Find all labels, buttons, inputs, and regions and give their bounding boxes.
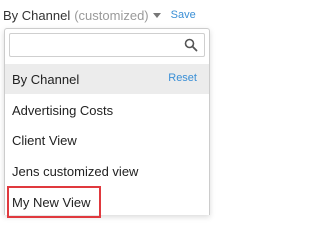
- menu-item-advertising-costs[interactable]: Advertising Costs: [5, 95, 209, 125]
- customized-status: (customized): [74, 7, 149, 23]
- view-selector[interactable]: By Channel (customized) Save: [3, 5, 196, 25]
- menu-item-label: My New View: [12, 194, 91, 210]
- chevron-down-icon[interactable]: [152, 13, 161, 18]
- view-picker-screen: By Channel (customized) Save By Channel …: [0, 0, 217, 218]
- menu-item-label: By Channel: [12, 71, 80, 87]
- menu-item-my-new-view[interactable]: My New View: [5, 187, 209, 217]
- menu-item-label: Advertising Costs: [12, 102, 114, 118]
- menu-item-jens-customized-view[interactable]: Jens customized view: [5, 156, 209, 186]
- search-input[interactable]: [10, 34, 180, 56]
- menu-item-by-channel[interactable]: By Channel Reset: [5, 64, 209, 94]
- menu-item-label: Client View: [12, 132, 77, 148]
- menu-item-client-view[interactable]: Client View: [5, 125, 209, 155]
- current-view-name: By Channel: [3, 7, 71, 23]
- views-dropdown: By Channel Reset Advertising Costs Clien…: [4, 28, 210, 215]
- reset-link[interactable]: Reset: [168, 72, 197, 84]
- search-icon[interactable]: [184, 38, 198, 52]
- search-field[interactable]: [9, 33, 205, 57]
- menu-item-label: Jens customized view: [12, 163, 139, 179]
- save-link[interactable]: Save: [171, 9, 196, 21]
